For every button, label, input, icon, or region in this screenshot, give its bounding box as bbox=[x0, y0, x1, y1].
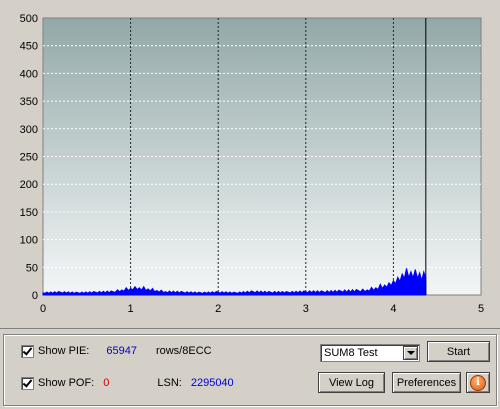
pie-value: 65947 bbox=[106, 345, 137, 357]
start-button-label: Start bbox=[446, 345, 471, 358]
info-icon: i bbox=[470, 374, 486, 391]
show-pof-label: Show POF: bbox=[38, 377, 95, 389]
y-tick-label: 200 bbox=[20, 179, 38, 191]
info-glyph: i bbox=[476, 377, 480, 388]
test-type-select[interactable]: SUM8 Test bbox=[320, 344, 420, 362]
show-pof-row: Show POF: 0 LSN: 2295040 bbox=[21, 374, 234, 392]
preferences-button-label: Preferences bbox=[396, 376, 457, 389]
lsn-value: 2295040 bbox=[190, 377, 234, 389]
x-tick-label: 0 bbox=[40, 303, 46, 315]
show-pof-checkbox[interactable] bbox=[21, 376, 34, 390]
control-panel: Show PIE: 65947 rows/8ECC Show POF: 0 LS… bbox=[3, 334, 497, 406]
y-tick-label: 450 bbox=[20, 41, 38, 53]
y-tick-label: 0 bbox=[32, 290, 38, 302]
x-tick-label: 3 bbox=[303, 303, 309, 315]
pie-unit-label: rows/8ECC bbox=[155, 345, 212, 357]
x-tick-label: 1 bbox=[128, 303, 134, 315]
show-pie-checkbox[interactable] bbox=[21, 344, 34, 358]
x-tick-label: 2 bbox=[215, 303, 221, 315]
view-log-button-label: View Log bbox=[328, 376, 375, 389]
show-pie-row: Show PIE: 65947 rows/8ECC bbox=[21, 342, 212, 360]
test-type-value: SUM8 Test bbox=[324, 347, 378, 359]
lsn-label: LSN: bbox=[157, 377, 182, 389]
x-tick-label: 4 bbox=[390, 303, 396, 315]
view-log-button[interactable]: View Log bbox=[318, 372, 385, 393]
chevron-down-icon[interactable] bbox=[403, 346, 418, 360]
y-tick-label: 400 bbox=[20, 68, 38, 80]
start-button[interactable]: Start bbox=[427, 341, 490, 362]
y-tick-label: 500 bbox=[20, 13, 38, 25]
y-tick-label: 250 bbox=[20, 152, 38, 164]
y-tick-label: 350 bbox=[20, 96, 38, 108]
y-tick-label: 300 bbox=[20, 124, 38, 136]
y-tick-label: 100 bbox=[20, 235, 38, 247]
preferences-button[interactable]: Preferences bbox=[392, 372, 461, 393]
info-button[interactable]: i bbox=[466, 372, 490, 393]
show-pie-label: Show PIE: bbox=[38, 345, 90, 357]
pie-chart: 0 50 100 150 200 250 300 350 400 450 500 0 1 2 3 4 5 bbox=[20, 13, 484, 315]
y-tick-label: 50 bbox=[26, 262, 38, 274]
pof-value: 0 bbox=[103, 377, 110, 389]
x-tick-label: 5 bbox=[478, 303, 484, 315]
y-tick-label: 150 bbox=[20, 207, 38, 219]
chart-frame: 0 50 100 150 200 250 300 350 400 450 500 0 1 2 3 4 5 bbox=[0, 0, 500, 329]
